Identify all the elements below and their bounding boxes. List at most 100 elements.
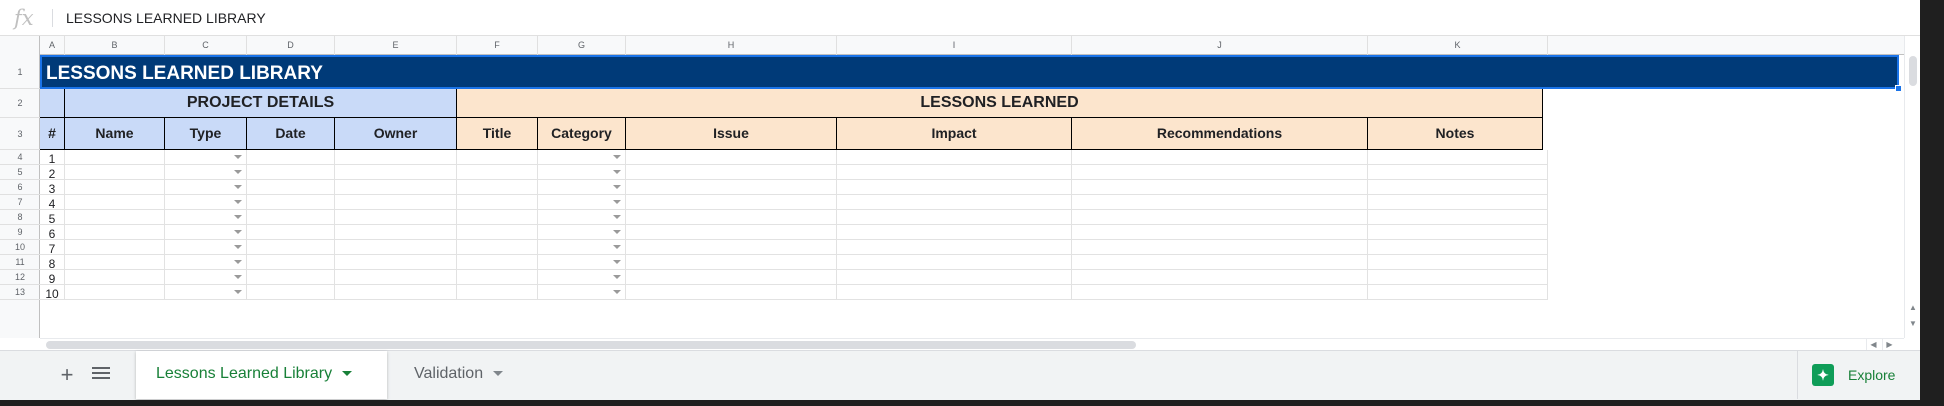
select-all-corner[interactable] [0, 36, 40, 55]
table-cell[interactable] [837, 210, 1072, 225]
table-cell[interactable] [335, 225, 457, 240]
table-cell[interactable] [247, 195, 335, 210]
table-cell[interactable] [247, 225, 335, 240]
table-cell[interactable] [65, 210, 165, 225]
column-heading-date[interactable]: Date [247, 118, 335, 150]
table-cell[interactable] [1072, 150, 1368, 165]
table-cell[interactable] [457, 210, 538, 225]
table-cell[interactable] [626, 255, 837, 270]
table-cell[interactable] [65, 225, 165, 240]
table-cell[interactable] [65, 165, 165, 180]
table-cell[interactable] [335, 255, 457, 270]
dropdown-arrow-icon[interactable] [613, 260, 621, 264]
table-cell[interactable] [165, 240, 247, 255]
table-cell[interactable] [1368, 165, 1548, 180]
column-header-f[interactable]: F [457, 36, 538, 55]
section-lessons-learned[interactable]: LESSONS LEARNED [457, 89, 1543, 118]
table-cell[interactable] [335, 240, 457, 255]
dropdown-arrow-icon[interactable] [613, 275, 621, 279]
table-cell[interactable] [1072, 165, 1368, 180]
all-sheets-menu-icon[interactable] [92, 367, 110, 383]
table-cell[interactable] [457, 225, 538, 240]
row-number-cell[interactable]: 3 [40, 180, 65, 195]
table-cell[interactable] [837, 150, 1072, 165]
table-cell[interactable] [1072, 225, 1368, 240]
table-cell[interactable] [65, 255, 165, 270]
column-heading-title[interactable]: Title [457, 118, 538, 150]
row-header-4[interactable]: 4 [0, 150, 40, 165]
table-cell[interactable] [837, 165, 1072, 180]
dropdown-arrow-icon[interactable] [613, 230, 621, 234]
row-header-6[interactable]: 6 [0, 180, 40, 195]
table-cell[interactable] [335, 270, 457, 285]
dropdown-arrow-icon[interactable] [234, 245, 242, 249]
table-cell[interactable] [457, 255, 538, 270]
row-number-cell[interactable]: 10 [40, 285, 65, 300]
row-number-cell[interactable]: 5 [40, 210, 65, 225]
table-cell[interactable] [457, 180, 538, 195]
table-cell[interactable] [626, 240, 837, 255]
table-cell[interactable] [65, 270, 165, 285]
chevron-down-icon[interactable] [493, 371, 504, 377]
column-header-i[interactable]: I [837, 36, 1072, 55]
table-cell[interactable] [247, 165, 335, 180]
column-header-d[interactable]: D [247, 36, 335, 55]
column-header-k[interactable]: K [1368, 36, 1548, 55]
table-cell[interactable] [1072, 285, 1368, 300]
dropdown-arrow-icon[interactable] [613, 155, 621, 159]
row-header-5[interactable]: 5 [0, 165, 40, 180]
table-cell[interactable] [165, 195, 247, 210]
table-cell[interactable] [626, 180, 837, 195]
table-cell[interactable] [165, 150, 247, 165]
dropdown-arrow-icon[interactable] [234, 230, 242, 234]
table-cell[interactable] [457, 285, 538, 300]
table-cell[interactable] [1368, 255, 1548, 270]
horizontal-scroll-thumb[interactable] [46, 341, 1136, 349]
explore-button[interactable]: ✦ Explore [1797, 351, 1905, 399]
row-header-11[interactable]: 11 [0, 255, 40, 270]
dropdown-arrow-icon[interactable] [234, 275, 242, 279]
table-cell[interactable] [1368, 210, 1548, 225]
dropdown-arrow-icon[interactable] [234, 185, 242, 189]
table-cell[interactable] [538, 270, 626, 285]
table-cell[interactable] [457, 270, 538, 285]
table-cell[interactable] [247, 285, 335, 300]
sheet-title-cell[interactable]: LESSONS LEARNED LIBRARY [40, 55, 1899, 89]
table-cell[interactable] [247, 240, 335, 255]
row-number-cell[interactable]: 7 [40, 240, 65, 255]
dropdown-arrow-icon[interactable] [613, 245, 621, 249]
table-cell[interactable] [837, 180, 1072, 195]
table-cell[interactable] [247, 255, 335, 270]
row-number-cell[interactable]: 2 [40, 165, 65, 180]
table-cell[interactable] [247, 210, 335, 225]
table-cell[interactable] [538, 255, 626, 270]
formula-input[interactable]: LESSONS LEARNED LIBRARY [66, 9, 266, 27]
section-project-details[interactable]: PROJECT DETAILS [65, 89, 457, 118]
scroll-right-icon[interactable]: ▶ [1882, 339, 1896, 350]
tab-lessons-learned-library[interactable]: Lessons Learned Library [136, 351, 387, 399]
row-number-cell[interactable]: 8 [40, 255, 65, 270]
table-cell[interactable] [626, 165, 837, 180]
table-cell[interactable] [626, 285, 837, 300]
row-number-cell[interactable]: 4 [40, 195, 65, 210]
table-cell[interactable] [1368, 225, 1548, 240]
table-cell[interactable] [165, 255, 247, 270]
column-header-e[interactable]: E [335, 36, 457, 55]
table-cell[interactable] [247, 270, 335, 285]
scroll-up-icon[interactable]: ▲ [1905, 302, 1921, 314]
table-cell[interactable] [65, 285, 165, 300]
chevron-down-icon[interactable] [342, 371, 353, 377]
table-cell[interactable] [1368, 195, 1548, 210]
table-cell[interactable] [538, 240, 626, 255]
scroll-down-icon[interactable]: ▼ [1905, 318, 1921, 330]
table-cell[interactable] [837, 270, 1072, 285]
table-cell[interactable] [538, 210, 626, 225]
column-header-j[interactable]: J [1072, 36, 1368, 55]
table-cell[interactable] [1072, 240, 1368, 255]
table-cell[interactable] [335, 195, 457, 210]
dropdown-arrow-icon[interactable] [613, 200, 621, 204]
table-cell[interactable] [626, 150, 837, 165]
column-heading-owner[interactable]: Owner [335, 118, 457, 150]
table-cell[interactable] [626, 195, 837, 210]
dropdown-arrow-icon[interactable] [234, 290, 242, 294]
